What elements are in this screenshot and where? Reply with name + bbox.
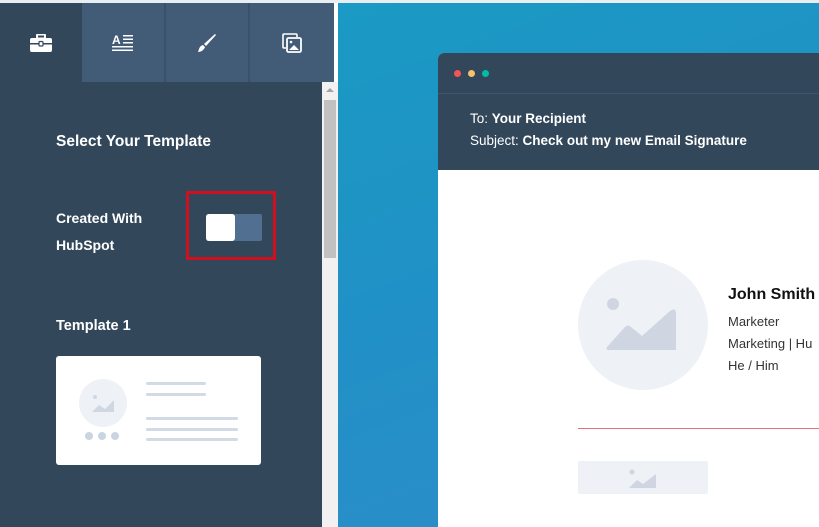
created-with-hubspot-toggle[interactable] xyxy=(206,214,262,241)
toggle-label-line1: Created With xyxy=(56,210,143,226)
email-preview-window: To: Your Recipient Subject: Check out my… xyxy=(438,53,819,527)
signature-banner-placeholder xyxy=(578,461,708,494)
text-format-icon: A xyxy=(112,33,133,51)
svg-text:A: A xyxy=(112,33,121,47)
signature-name: John Smith xyxy=(728,286,816,303)
toggle-knob[interactable] xyxy=(206,214,235,241)
template-avatar-placeholder xyxy=(79,379,127,427)
email-subject: Subject: Check out my new Email Signatur… xyxy=(470,133,747,148)
tab-images[interactable] xyxy=(250,3,334,82)
scroll-up-arrow-icon[interactable] xyxy=(322,82,338,98)
to-value: Your Recipient xyxy=(491,111,587,126)
social-dot xyxy=(85,432,93,440)
email-to: To: Your Recipient xyxy=(470,111,586,126)
signature-divider xyxy=(578,428,819,429)
maximize-dot-icon xyxy=(482,70,489,77)
paintbrush-icon xyxy=(198,33,216,52)
image-placeholder-icon xyxy=(92,395,114,412)
subject-label: Subject: xyxy=(470,133,519,148)
signature-avatar xyxy=(578,260,708,390)
tab-text[interactable]: A xyxy=(82,3,166,82)
briefcase-icon xyxy=(30,33,52,52)
section-title: Select Your Template xyxy=(56,133,212,150)
social-dot xyxy=(98,432,106,440)
to-label: To: xyxy=(470,111,489,126)
template-line xyxy=(146,438,238,441)
image-placeholder-icon xyxy=(606,298,676,350)
template-line xyxy=(146,428,238,431)
image-placeholder-icon xyxy=(629,469,656,488)
signature-job-title: Marketer xyxy=(728,314,780,329)
template-card[interactable] xyxy=(56,356,261,465)
template-line xyxy=(146,382,206,385)
template-line xyxy=(146,393,206,396)
close-dot-icon xyxy=(454,70,461,77)
header-divider xyxy=(438,93,819,94)
window-controls xyxy=(454,70,489,77)
tab-templates[interactable] xyxy=(0,3,82,82)
template-line xyxy=(146,417,238,420)
subject-value: Check out my new Email Signature xyxy=(522,133,747,148)
sidebar-scrollbar[interactable] xyxy=(322,82,338,527)
signature-pronouns: He / Him xyxy=(728,358,779,373)
minimize-dot-icon xyxy=(468,70,475,77)
template-title: Template 1 xyxy=(56,318,131,334)
signature-department: Marketing | Hu xyxy=(728,336,813,351)
sidebar-tabs: A xyxy=(0,3,336,82)
toggle-label-line2: HubSpot xyxy=(56,237,115,253)
image-copy-icon xyxy=(282,32,302,53)
toggle-label: Created With HubSpot xyxy=(56,205,176,259)
social-dot xyxy=(111,432,119,440)
tab-style[interactable] xyxy=(166,3,250,82)
top-edge xyxy=(0,0,819,3)
scroll-thumb[interactable] xyxy=(324,100,336,258)
email-header: To: Your Recipient Subject: Check out my… xyxy=(438,53,819,170)
template-social-dots xyxy=(85,432,119,440)
